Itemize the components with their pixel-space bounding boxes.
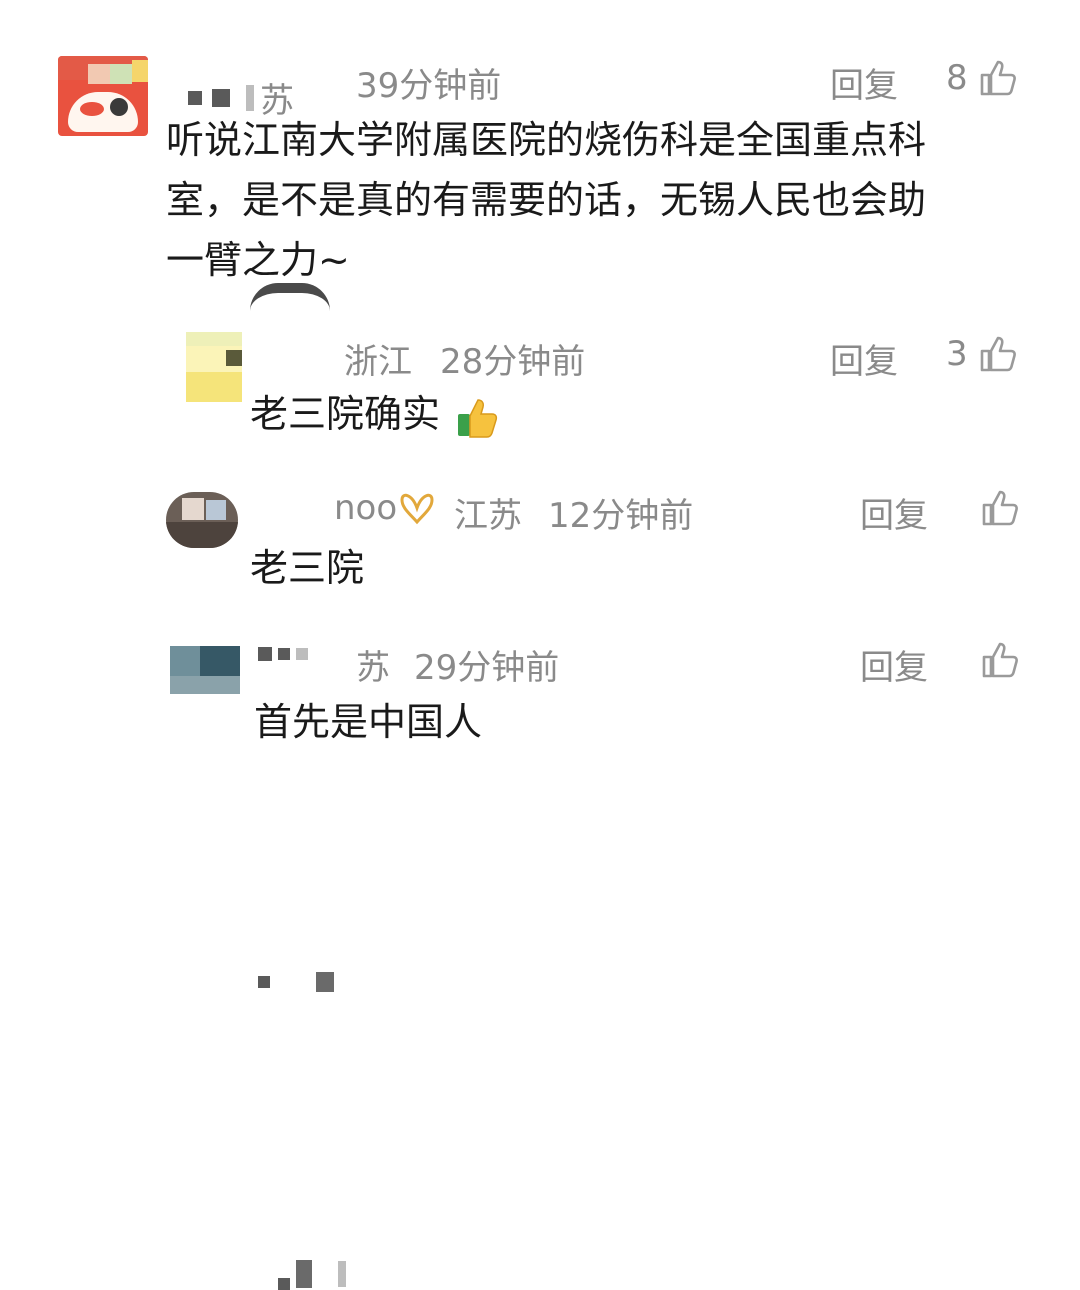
location: 浙江 [344,342,412,382]
like-count: 8 [946,58,968,98]
avatar[interactable] [166,492,238,548]
username[interactable] [258,972,334,992]
redacted-block [188,90,202,105]
comment-text: 首先是中国人 [254,700,483,744]
thumbs-up-icon [458,398,498,438]
reply-button[interactable]: 回复 [860,640,928,689]
redacted-block [316,972,334,992]
comment-text: 听说江南大学附属医院的烧伤科是全国重点科 室，是不是真的有需要的话，无锡人民也会… [166,110,1046,290]
comment-text-line: 室，是不是真的有需要的话，无锡人民也会助 [166,178,927,222]
thumbs-up-icon[interactable] [978,58,1018,98]
comment-item: 苏 39分钟前 回复 8 听说江南大学附属医院的烧伤科是全国重点科 室，是不是真… [0,0,1080,300]
reply-button[interactable]: 回复 [830,58,898,107]
timestamp: 29分钟前 [414,648,560,688]
redacted-block [212,88,230,107]
thumbs-up-icon[interactable] [978,334,1018,374]
avatar[interactable] [58,56,148,136]
redacted-block [246,84,254,111]
like-count: 3 [946,334,968,374]
avatar[interactable] [170,646,240,694]
redacted-block [338,1261,346,1287]
location: 江苏 [454,496,522,536]
thumbs-up-icon[interactable] [980,640,1020,680]
reply-item: 苏 29分钟前 回复 首先是中国人 [0,610,1080,1290]
location-fragment: 苏 [356,648,390,688]
reply-item: noo 江苏 12分钟前 回复 老三院 [0,460,1080,992]
thumbs-up-icon[interactable] [980,488,1020,528]
redacted-block [296,1260,312,1288]
comment-text: 老三院确实 [250,384,500,444]
reply-button[interactable]: 回复 [860,488,928,537]
comment-text-line: 听说江南大学附属医院的烧伤科是全国重点科 [166,118,927,162]
redacted-block [278,1278,290,1290]
comment-text: 老三院 [250,546,365,590]
avatar[interactable] [186,332,242,402]
butterfly-badge-icon [400,493,434,525]
nickname-fragment: noo [334,488,398,528]
redacted-block [258,976,270,988]
reply-button[interactable]: 回复 [830,334,898,383]
timestamp: 12分钟前 [548,496,694,536]
username[interactable] [278,1258,346,1290]
reply-item: 浙江 28分钟前 回复 3 老三院确实 [0,300,1080,661]
timestamp: 39分钟前 [356,66,502,106]
timestamp: 28分钟前 [440,342,586,382]
comment-text-line: 一臂之力~ [166,238,350,282]
